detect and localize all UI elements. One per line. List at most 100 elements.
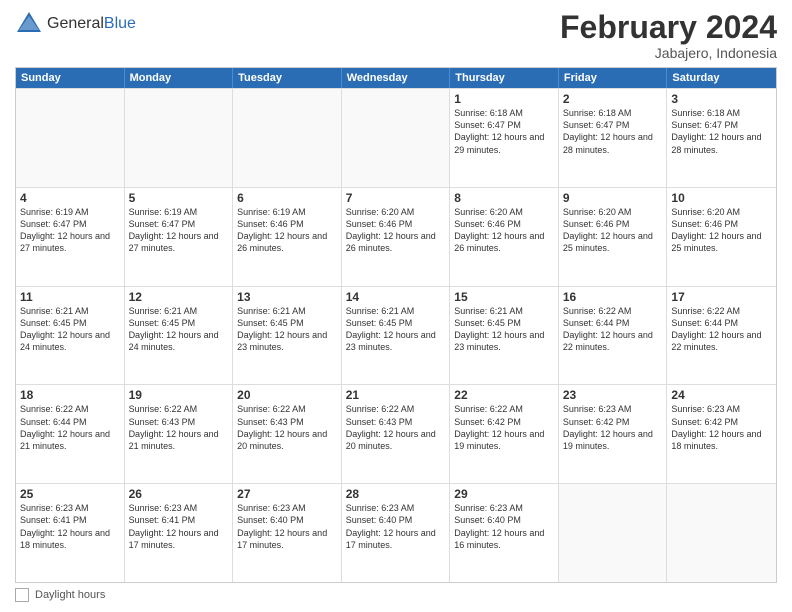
logo-text: GeneralBlue: [47, 15, 136, 33]
day-info: Sunrise: 6:22 AMSunset: 6:44 PMDaylight:…: [563, 305, 663, 354]
title-block: February 2024 Jabajero, Indonesia: [560, 10, 777, 61]
logo-general: General: [47, 15, 104, 32]
day-info: Sunrise: 6:23 AMSunset: 6:40 PMDaylight:…: [237, 502, 337, 551]
day-number: 27: [237, 487, 337, 501]
cal-cell: 22Sunrise: 6:22 AMSunset: 6:42 PMDayligh…: [450, 385, 559, 483]
cal-cell: [667, 484, 776, 582]
day-number: 23: [563, 388, 663, 402]
day-number: 4: [20, 191, 120, 205]
day-number: 3: [671, 92, 772, 106]
logo-icon: [15, 10, 43, 38]
calendar-body: 1 Sunrise: 6:18 AMSunset: 6:47 PMDaylight…: [16, 88, 776, 582]
day-number: 12: [129, 290, 229, 304]
day-number: 8: [454, 191, 554, 205]
day-number: 5: [129, 191, 229, 205]
day-info: Sunrise: 6:20 AMSunset: 6:46 PMDaylight:…: [563, 206, 663, 255]
day-info: Sunrise: 6:19 AMSunset: 6:46 PMDaylight:…: [237, 206, 337, 255]
cal-cell: 8Sunrise: 6:20 AMSunset: 6:46 PMDaylight…: [450, 188, 559, 286]
logo: GeneralBlue: [15, 10, 136, 38]
day-info: Sunrise: 6:21 AMSunset: 6:45 PMDaylight:…: [129, 305, 229, 354]
cal-cell: 16Sunrise: 6:22 AMSunset: 6:44 PMDayligh…: [559, 287, 668, 385]
cal-cell: 12Sunrise: 6:21 AMSunset: 6:45 PMDayligh…: [125, 287, 234, 385]
day-info: Sunrise: 6:22 AMSunset: 6:43 PMDaylight:…: [237, 403, 337, 452]
cal-cell: [125, 89, 234, 187]
cal-header-monday: Monday: [125, 68, 234, 88]
day-info: Sunrise: 6:22 AMSunset: 6:42 PMDaylight:…: [454, 403, 554, 452]
calendar-header: SundayMondayTuesdayWednesdayThursdayFrid…: [16, 68, 776, 88]
logo-blue: Blue: [104, 15, 136, 32]
subtitle: Jabajero, Indonesia: [560, 45, 777, 61]
day-info: Sunrise: 6:22 AMSunset: 6:43 PMDaylight:…: [129, 403, 229, 452]
cal-cell: [342, 89, 451, 187]
day-number: 22: [454, 388, 554, 402]
cal-cell: 11Sunrise: 6:21 AMSunset: 6:45 PMDayligh…: [16, 287, 125, 385]
cal-row-2: 11Sunrise: 6:21 AMSunset: 6:45 PMDayligh…: [16, 286, 776, 385]
cal-header-friday: Friday: [559, 68, 668, 88]
cal-cell: 26Sunrise: 6:23 AMSunset: 6:41 PMDayligh…: [125, 484, 234, 582]
day-info: Sunrise: 6:21 AMSunset: 6:45 PMDaylight:…: [454, 305, 554, 354]
cal-row-0: 1 Sunrise: 6:18 AMSunset: 6:47 PMDaylight…: [16, 88, 776, 187]
cal-cell: 3Sunrise: 6:18 AMSunset: 6:47 PMDaylight…: [667, 89, 776, 187]
cal-cell: 6Sunrise: 6:19 AMSunset: 6:46 PMDaylight…: [233, 188, 342, 286]
cal-header-wednesday: Wednesday: [342, 68, 451, 88]
day-number: 2: [563, 92, 663, 106]
day-info: Sunrise: 6:20 AMSunset: 6:46 PMDaylight:…: [671, 206, 772, 255]
day-number: 19: [129, 388, 229, 402]
cal-cell: 9Sunrise: 6:20 AMSunset: 6:46 PMDaylight…: [559, 188, 668, 286]
cal-row-4: 25Sunrise: 6:23 AMSunset: 6:41 PMDayligh…: [16, 483, 776, 582]
cal-cell: 29Sunrise: 6:23 AMSunset: 6:40 PMDayligh…: [450, 484, 559, 582]
cal-cell: 28Sunrise: 6:23 AMSunset: 6:40 PMDayligh…: [342, 484, 451, 582]
day-info: Sunrise: 6:21 AMSunset: 6:45 PMDaylight:…: [237, 305, 337, 354]
header: GeneralBlue February 2024 Jabajero, Indo…: [15, 10, 777, 61]
cal-cell: [559, 484, 668, 582]
footer: Daylight hours: [15, 588, 777, 602]
cal-cell: 4Sunrise: 6:19 AMSunset: 6:47 PMDaylight…: [16, 188, 125, 286]
day-number: 20: [237, 388, 337, 402]
day-number: 1: [454, 92, 554, 106]
day-info: Sunrise: 6:18 AMSunset: 6:47 PMDaylight:…: [671, 107, 772, 156]
day-number: 26: [129, 487, 229, 501]
cal-row-1: 4Sunrise: 6:19 AMSunset: 6:47 PMDaylight…: [16, 187, 776, 286]
main-title: February 2024: [560, 10, 777, 45]
cal-header-thursday: Thursday: [450, 68, 559, 88]
day-info: Sunrise: 6:23 AMSunset: 6:40 PMDaylight:…: [346, 502, 446, 551]
day-info: Sunrise: 6:23 AMSunset: 6:42 PMDaylight:…: [563, 403, 663, 452]
cal-cell: 10Sunrise: 6:20 AMSunset: 6:46 PMDayligh…: [667, 188, 776, 286]
day-info: Sunrise: 6:23 AMSunset: 6:41 PMDaylight:…: [20, 502, 120, 551]
day-info: Sunrise: 6:23 AMSunset: 6:41 PMDaylight:…: [129, 502, 229, 551]
cal-header-sunday: Sunday: [16, 68, 125, 88]
cal-cell: 7Sunrise: 6:20 AMSunset: 6:46 PMDaylight…: [342, 188, 451, 286]
cal-cell: 1Sunrise: 6:18 AMSunset: 6:47 PMDaylight…: [450, 89, 559, 187]
day-number: 21: [346, 388, 446, 402]
cal-cell: 2Sunrise: 6:18 AMSunset: 6:47 PMDaylight…: [559, 89, 668, 187]
day-info: Sunrise: 6:22 AMSunset: 6:44 PMDaylight:…: [20, 403, 120, 452]
day-number: 13: [237, 290, 337, 304]
cal-cell: 13Sunrise: 6:21 AMSunset: 6:45 PMDayligh…: [233, 287, 342, 385]
cal-cell: 17Sunrise: 6:22 AMSunset: 6:44 PMDayligh…: [667, 287, 776, 385]
day-number: 7: [346, 191, 446, 205]
cal-cell: 19Sunrise: 6:22 AMSunset: 6:43 PMDayligh…: [125, 385, 234, 483]
cal-cell: 18Sunrise: 6:22 AMSunset: 6:44 PMDayligh…: [16, 385, 125, 483]
cal-cell: 25Sunrise: 6:23 AMSunset: 6:41 PMDayligh…: [16, 484, 125, 582]
cal-header-saturday: Saturday: [667, 68, 776, 88]
cal-cell: 20Sunrise: 6:22 AMSunset: 6:43 PMDayligh…: [233, 385, 342, 483]
day-number: 17: [671, 290, 772, 304]
cal-cell: 15Sunrise: 6:21 AMSunset: 6:45 PMDayligh…: [450, 287, 559, 385]
day-info: Sunrise: 6:20 AMSunset: 6:46 PMDaylight:…: [346, 206, 446, 255]
day-number: 18: [20, 388, 120, 402]
day-number: 11: [20, 290, 120, 304]
day-number: 9: [563, 191, 663, 205]
day-info: Sunrise: 6:21 AMSunset: 6:45 PMDaylight:…: [20, 305, 120, 354]
cal-cell: 27Sunrise: 6:23 AMSunset: 6:40 PMDayligh…: [233, 484, 342, 582]
day-info: Sunrise: 6:22 AMSunset: 6:44 PMDaylight:…: [671, 305, 772, 354]
day-info: Sunrise: 6:23 AMSunset: 6:40 PMDaylight:…: [454, 502, 554, 551]
daylight-box: [15, 588, 29, 602]
cal-header-tuesday: Tuesday: [233, 68, 342, 88]
day-info: Sunrise: 6:18 AMSunset: 6:47 PMDaylight:…: [563, 107, 663, 156]
day-info: Sunrise: 6:19 AMSunset: 6:47 PMDaylight:…: [20, 206, 120, 255]
day-info: Sunrise: 6:21 AMSunset: 6:45 PMDaylight:…: [346, 305, 446, 354]
cal-row-3: 18Sunrise: 6:22 AMSunset: 6:44 PMDayligh…: [16, 384, 776, 483]
day-number: 24: [671, 388, 772, 402]
day-info: Sunrise: 6:20 AMSunset: 6:46 PMDaylight:…: [454, 206, 554, 255]
calendar: SundayMondayTuesdayWednesdayThursdayFrid…: [15, 67, 777, 583]
